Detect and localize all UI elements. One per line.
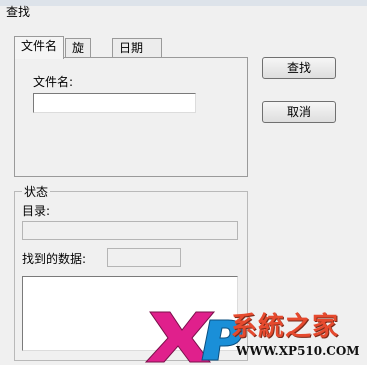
directory-field: [22, 221, 238, 240]
background-window-strip: [0, 0, 367, 6]
filename-label: 文件名:: [33, 75, 74, 89]
status-group-label: 状态: [22, 183, 51, 200]
found-count-field: [107, 248, 181, 267]
found-data-label: 找到的数据:: [22, 252, 87, 266]
filename-input[interactable]: [33, 93, 196, 113]
window-title: 查找: [6, 5, 31, 19]
tab-rotate[interactable]: 旋: [65, 38, 92, 58]
directory-label: 目录:: [22, 204, 51, 218]
watermark-brand-text: 系統之家: [231, 312, 340, 342]
tab-date[interactable]: 日期: [112, 38, 162, 58]
cancel-button[interactable]: 取消: [262, 101, 336, 123]
tab-filename[interactable]: 文件名: [14, 36, 65, 59]
watermark-site-url: WWW.XP510.COM: [236, 344, 360, 358]
find-button[interactable]: 查找: [262, 57, 336, 79]
